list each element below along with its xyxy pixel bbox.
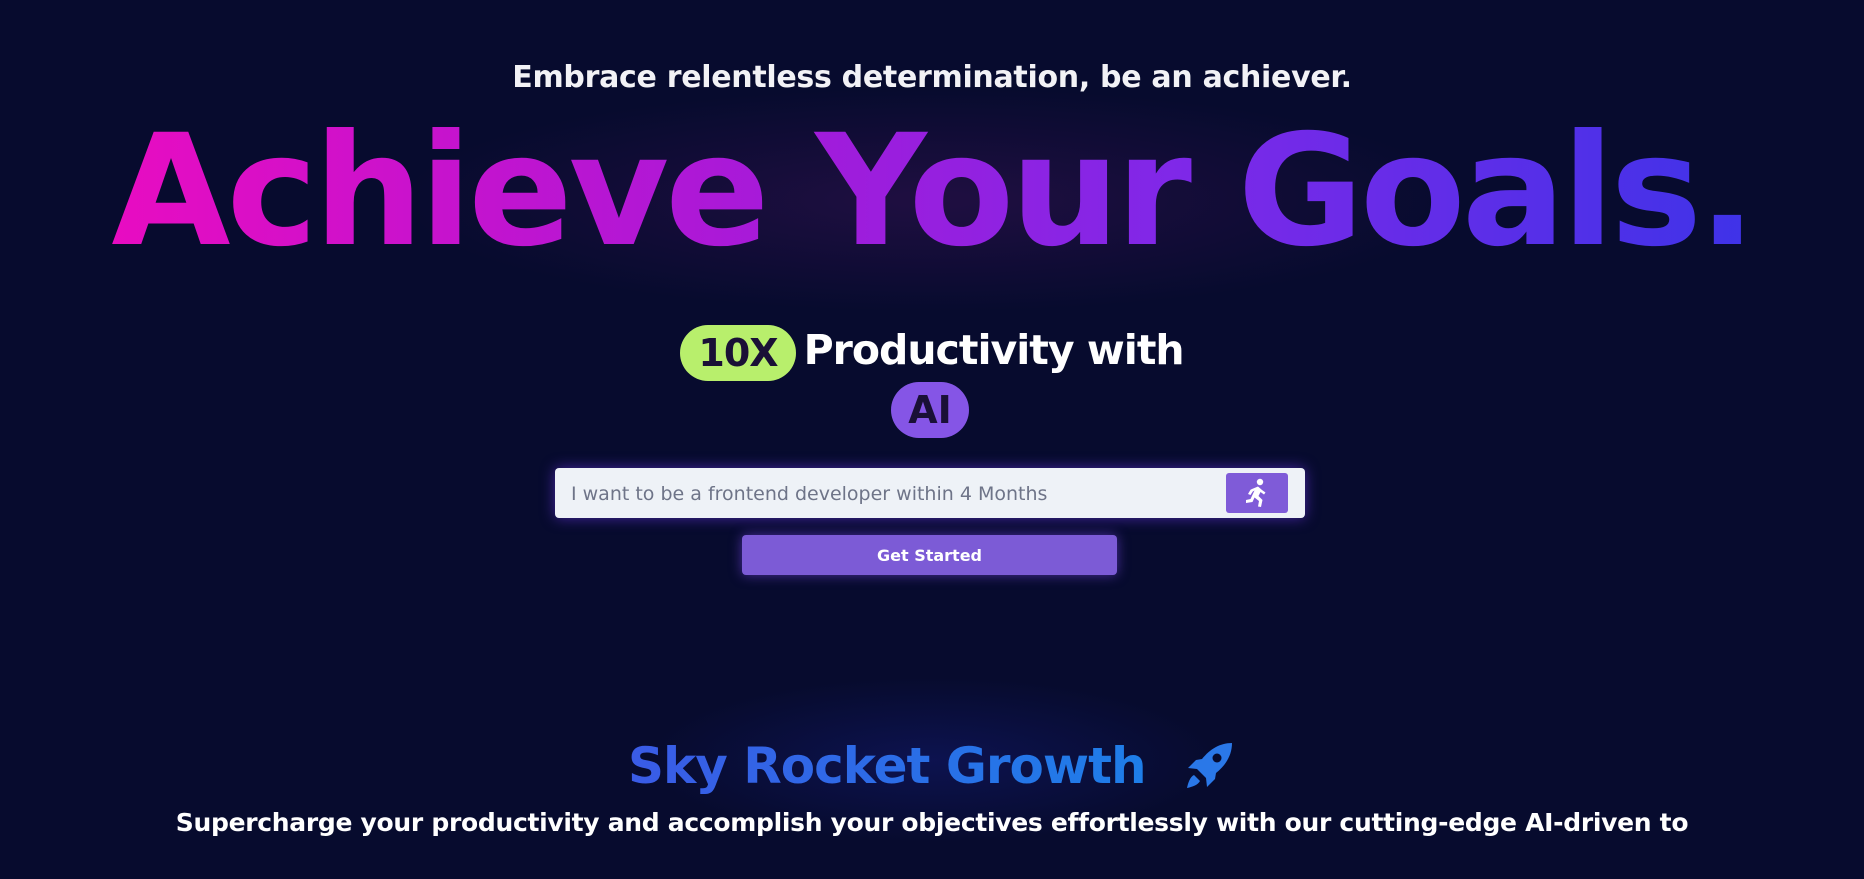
hero-tagline: Embrace relentless determination, be an … bbox=[512, 60, 1352, 95]
hero-title-text: Achieve Your Goals. bbox=[111, 102, 1756, 281]
landing-page: Embrace relentless determination, be an … bbox=[0, 0, 1864, 879]
goal-input-container bbox=[555, 468, 1305, 520]
running-person-icon bbox=[1246, 478, 1266, 507]
badge-ai: AI bbox=[891, 382, 969, 438]
run-goal-button[interactable] bbox=[1226, 473, 1288, 513]
rocket-icon bbox=[1187, 742, 1233, 788]
growth-title-text: Sky Rocket Growth bbox=[627, 736, 1147, 795]
goal-input[interactable] bbox=[569, 468, 1213, 520]
get-started-button[interactable]: Get Started bbox=[742, 535, 1117, 575]
growth-section-title: Sky Rocket Growth bbox=[0, 730, 1864, 798]
productivity-line: 10X Productivity with bbox=[0, 322, 1864, 381]
growth-section-description: Supercharge your productivity and accomp… bbox=[175, 808, 1689, 837]
productivity-text: Productivity with bbox=[803, 326, 1185, 374]
hero-title: Achieve Your Goals. bbox=[0, 112, 1864, 272]
badge-10x: 10X bbox=[680, 325, 796, 381]
